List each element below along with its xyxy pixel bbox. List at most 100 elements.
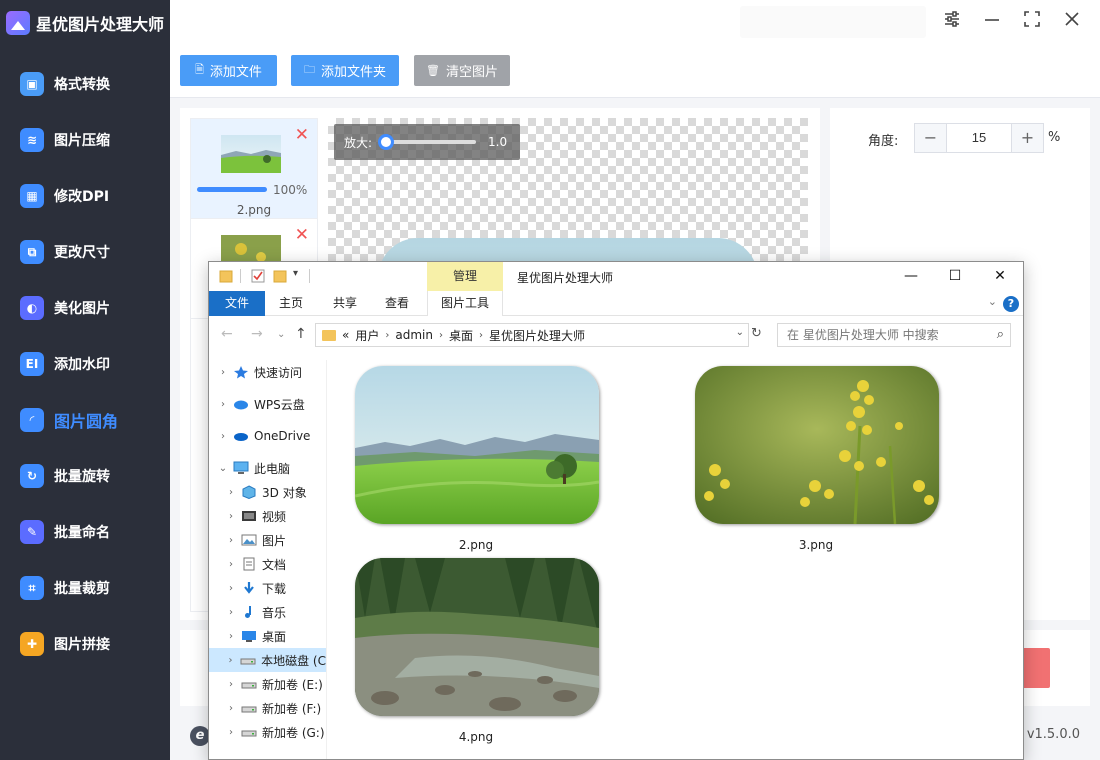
brand-e-icon[interactable]: e bbox=[190, 726, 210, 746]
chevron-right-icon[interactable]: › bbox=[225, 511, 237, 522]
sidebar-item-1[interactable]: ≋ 图片压缩 bbox=[0, 112, 170, 168]
properties-icon[interactable] bbox=[251, 269, 265, 283]
zoom-slider-handle[interactable] bbox=[378, 134, 395, 150]
remove-file-icon[interactable]: ✕ bbox=[295, 127, 309, 144]
sidebar-item-8[interactable]: ✎ 批量命名 bbox=[0, 504, 170, 560]
ribbon-tab-picture-tools[interactable]: 图片工具 bbox=[427, 291, 503, 316]
tree-item[interactable]: › 文档 bbox=[209, 552, 326, 576]
address-bar[interactable]: « 用户 › admin › 桌面 › 星优图片处理大师 ⌄ bbox=[315, 323, 749, 347]
maximize-icon[interactable] bbox=[1020, 10, 1044, 34]
remove-file-icon[interactable]: ✕ bbox=[295, 227, 309, 244]
explorer-maximize-icon[interactable]: ☐ bbox=[945, 266, 965, 286]
settings-sliders-icon[interactable] bbox=[940, 10, 964, 34]
chevron-right-icon[interactable]: › bbox=[225, 535, 237, 546]
ribbon-tab-file[interactable]: 文件 bbox=[209, 291, 265, 316]
chevron-right-icon[interactable]: › bbox=[225, 487, 237, 498]
breadcrumb-separator-icon[interactable]: › bbox=[385, 330, 389, 341]
chevron-right-icon[interactable]: › bbox=[225, 703, 237, 714]
tree-item[interactable]: › 新加卷 (E:) bbox=[209, 672, 326, 696]
chevron-right-icon[interactable]: › bbox=[225, 679, 237, 690]
breadcrumb-separator-icon[interactable]: › bbox=[439, 330, 443, 341]
sidebar-item-6[interactable]: ◜ 图片圆角 bbox=[0, 392, 170, 448]
clear-images-button[interactable]: 🗑 清空图片 bbox=[414, 55, 510, 86]
add-file-button[interactable]: 🗎 添加文件 bbox=[180, 55, 277, 86]
file-thumbnail-item[interactable]: 2.png bbox=[353, 366, 599, 552]
recent-locations-icon[interactable]: ⌄ bbox=[277, 329, 285, 340]
refresh-icon[interactable]: ↻ bbox=[751, 326, 762, 341]
angle-input[interactable] bbox=[947, 124, 1011, 152]
file-thumbnail-item[interactable]: 4.png bbox=[353, 558, 599, 744]
chevron-right-icon[interactable]: › bbox=[225, 631, 237, 642]
sidebar-item-5[interactable]: EI 添加水印 bbox=[0, 336, 170, 392]
ribbon-tab-share[interactable]: 共享 bbox=[325, 291, 365, 316]
chevron-right-icon[interactable]: › bbox=[217, 367, 229, 378]
tree-item[interactable]: › 视频 bbox=[209, 504, 326, 528]
ribbon-tab-home[interactable]: 主页 bbox=[271, 291, 311, 316]
tree-item[interactable]: › 快速访问 bbox=[209, 360, 326, 384]
sidebar-item-7[interactable]: ↻ 批量旋转 bbox=[0, 448, 170, 504]
chevron-right-icon[interactable]: › bbox=[217, 399, 229, 410]
tree-item[interactable]: › 下载 bbox=[209, 576, 326, 600]
quick-access-dropdown-icon[interactable]: ▾ bbox=[293, 268, 298, 279]
explorer-minimize-icon[interactable]: — bbox=[901, 266, 921, 286]
chevron-down-icon[interactable]: ⌄ bbox=[217, 463, 229, 474]
back-arrow-icon[interactable]: ← bbox=[221, 326, 233, 342]
angle-decrement-button[interactable]: − bbox=[915, 124, 947, 152]
dpi-icon: ▦ bbox=[20, 184, 44, 208]
chevron-right-icon[interactable]: › bbox=[217, 431, 229, 442]
sidebar-item-3[interactable]: ⧉ 更改尺寸 bbox=[0, 224, 170, 280]
help-icon[interactable]: ? bbox=[1003, 296, 1019, 312]
forward-arrow-icon[interactable]: → bbox=[251, 326, 263, 342]
sidebar-item-0[interactable]: ▣ 格式转换 bbox=[0, 56, 170, 112]
chevron-right-icon[interactable]: › bbox=[225, 583, 237, 594]
breadcrumb-item[interactable]: 用户 bbox=[355, 327, 379, 344]
meadow-thumbnail bbox=[354, 366, 599, 524]
app-title: 星优图片处理大师 bbox=[36, 15, 165, 34]
ribbon-tab-view[interactable]: 查看 bbox=[377, 291, 417, 316]
sidebar-item-label: 更改尺寸 bbox=[54, 245, 110, 261]
file-card[interactable]: ✕ 100% 2.png bbox=[191, 119, 317, 219]
manage-tab[interactable]: 管理 bbox=[427, 262, 503, 291]
zoom-slider[interactable] bbox=[378, 134, 477, 150]
tree-item[interactable]: › WPS云盘 bbox=[209, 392, 326, 416]
tree-item[interactable]: › 本地磁盘 (C bbox=[209, 648, 326, 672]
tree-item-label: 音乐 bbox=[262, 605, 287, 620]
tree-item[interactable]: › OneDrive bbox=[209, 424, 326, 448]
tree-item[interactable]: › 新加卷 (F:) bbox=[209, 696, 326, 720]
close-icon[interactable] bbox=[1060, 10, 1084, 34]
chevron-right-icon[interactable]: › bbox=[225, 727, 237, 738]
tree-item-label: 桌面 bbox=[262, 629, 287, 644]
minimize-icon[interactable] bbox=[980, 10, 1004, 34]
breadcrumb-separator-icon[interactable]: › bbox=[479, 330, 483, 341]
sidebar-item-label: 图片压缩 bbox=[54, 133, 110, 149]
chevron-right-icon[interactable]: › bbox=[225, 655, 236, 666]
sidebar-item-10[interactable]: ✚ 图片拼接 bbox=[0, 616, 170, 672]
breadcrumb-item[interactable]: 星优图片处理大师 bbox=[489, 327, 585, 344]
breadcrumb-item[interactable]: admin bbox=[395, 328, 433, 342]
chevron-right-icon[interactable]: › bbox=[225, 607, 237, 618]
tree-item[interactable]: › 桌面 bbox=[209, 624, 326, 648]
explorer-search-input[interactable]: 在 星优图片处理大师 中搜索 ⌕ bbox=[777, 323, 1011, 347]
address-dropdown-icon[interactable]: ⌄ bbox=[736, 327, 744, 338]
breadcrumb-item[interactable]: 桌面 bbox=[449, 327, 473, 344]
address-row: ← → ⌄ ↑ « 用户 › admin › 桌面 › 星优图片处理大师 ⌄ ↻ 在 星优图… bbox=[209, 320, 1023, 350]
new-folder-icon[interactable] bbox=[273, 269, 287, 283]
add-folder-button[interactable]: 🗀 添加文件夹 bbox=[291, 55, 399, 86]
tree-item[interactable]: ⌄ 此电脑 bbox=[209, 456, 326, 480]
beautify-icon: ◐ bbox=[20, 296, 44, 320]
sidebar-item-4[interactable]: ◐ 美化图片 bbox=[0, 280, 170, 336]
tree-item[interactable]: › 音乐 bbox=[209, 600, 326, 624]
angle-increment-button[interactable]: + bbox=[1011, 124, 1043, 152]
tree-item[interactable]: › 3D 对象 bbox=[209, 480, 326, 504]
sidebar-item-2[interactable]: ▦ 修改DPI bbox=[0, 168, 170, 224]
breadcrumb-prefix[interactable]: « bbox=[342, 328, 349, 342]
file-thumbnail-item[interactable]: 3.png bbox=[693, 366, 939, 552]
tree-item[interactable]: › 新加卷 (G:) bbox=[209, 720, 326, 744]
app-logo-icon bbox=[6, 11, 30, 35]
sidebar-item-9[interactable]: ⌗ 批量裁剪 bbox=[0, 560, 170, 616]
up-arrow-icon[interactable]: ↑ bbox=[295, 326, 307, 342]
chevron-right-icon[interactable]: › bbox=[225, 559, 237, 570]
explorer-close-icon[interactable]: ✕ bbox=[990, 266, 1010, 286]
ribbon-expand-icon[interactable]: ⌄ bbox=[988, 295, 997, 308]
tree-item[interactable]: › 图片 bbox=[209, 528, 326, 552]
